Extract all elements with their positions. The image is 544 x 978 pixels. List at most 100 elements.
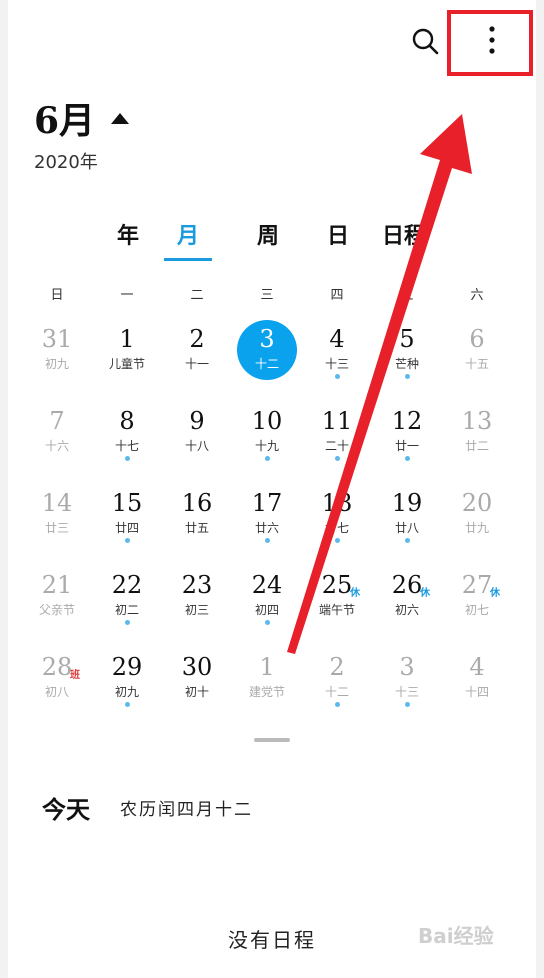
day-cell[interactable]: 1 儿童节 [92,320,162,402]
drag-handle[interactable] [254,738,290,742]
day-number: 13 [461,407,493,435]
event-dot [125,538,130,543]
day-cell[interactable]: 4 十四 [442,648,512,730]
day-cell[interactable]: 5 芒种 [372,320,442,402]
day-cell[interactable]: 20 廿九 [442,484,512,566]
day-cell[interactable]: 27 初七休 [442,566,512,648]
day-cell[interactable]: 23 初三 [162,566,232,648]
day-cell[interactable]: 7 十六 [22,402,92,484]
lunar-label: 廿九 [464,521,489,535]
day-number: 11 [321,407,353,435]
lunar-label: 儿童节 [108,357,145,371]
day-number: 4 [469,653,485,681]
event-dot [335,702,340,707]
week-row: 28 初八班 29 初九 30 初十 1 建党节 2 十二 3 十三 4 十四 [22,648,514,730]
day-cell[interactable]: 9 十八 [162,402,232,484]
day-cell[interactable]: 24 初四 [232,566,302,648]
day-number: 5 [399,325,415,353]
day-cell[interactable]: 3 十三 [372,648,442,730]
lunar-label: 初十 [184,685,209,699]
tab-day[interactable]: 日 [308,218,368,250]
day-cell[interactable]: 2 十一 [162,320,232,402]
day-cell[interactable]: 11 二十 [302,402,372,484]
event-dot [125,456,130,461]
day-cell[interactable]: 6 十五 [442,320,512,402]
day-cell[interactable]: 8 十七 [92,402,162,484]
weekday-label: 六 [470,288,484,303]
lunar-label: 初九 [114,685,139,699]
day-cell[interactable]: 15 廿四 [92,484,162,566]
day-cell[interactable]: 17 廿六 [232,484,302,566]
watermark-logo: Bai经验 [418,920,528,972]
event-dot [265,456,270,461]
day-cell-today[interactable]: 3 十二 [232,320,302,402]
day-number: 25 [321,571,353,599]
weekday-label: 四 [330,288,344,303]
week-row: 7 十六 8 十七 9 十八 10 十九 11 二十 12 廿一 13 廿二 [22,402,514,484]
day-cell[interactable]: 4 十三 [302,320,372,402]
lunar-label: 十一 [184,357,209,371]
lunar-label: 初七 [464,603,489,617]
lunar-label: 十七 [114,439,139,453]
lunar-label: 端午节 [318,603,355,617]
lunar-label: 十三 [324,357,349,371]
lunar-label: 十六 [44,439,69,453]
search-button[interactable] [408,24,444,60]
lunar-label: 廿一 [394,439,419,453]
tab-year[interactable]: 年 [98,218,158,250]
lunar-label: 初八 [44,685,69,699]
event-dot [125,702,130,707]
day-cell[interactable]: 12 廿一 [372,402,442,484]
day-cell[interactable]: 31 初九 [22,320,92,402]
day-cell[interactable]: 18 廿七 [302,484,372,566]
day-cell[interactable]: 21 父亲节 [22,566,92,648]
day-number: 27 [461,571,493,599]
lunar-label: 十四 [464,685,489,699]
lunar-label: 初二 [114,603,139,617]
day-number: 22 [111,571,143,599]
holiday-badge: 休 [420,588,430,599]
day-number: 23 [181,571,213,599]
lunar-label: 十二 [324,685,349,699]
tab-schedule[interactable]: 日程 [374,218,434,250]
day-number: 19 [391,489,423,517]
weekday-header: 日一二三四五六 [22,284,514,304]
lunar-label: 廿六 [254,521,279,535]
highlight-box [447,10,533,76]
day-number: 18 [321,489,353,517]
day-cell[interactable]: 13 廿二 [442,402,512,484]
day-cell[interactable]: 29 初九 [92,648,162,730]
lunar-label: 十二 [254,357,279,371]
day-cell[interactable]: 2 十二 [302,648,372,730]
day-cell[interactable]: 1 建党节 [232,648,302,730]
day-cell[interactable]: 22 初二 [92,566,162,648]
lunar-label: 廿五 [184,521,209,535]
tab-month[interactable]: 月 [158,218,218,250]
day-cell[interactable]: 10 十九 [232,402,302,484]
month-selector[interactable]: 6月 [34,92,130,144]
lunar-label: 廿七 [324,521,349,535]
day-cell[interactable]: 28 初八班 [22,648,92,730]
today-label: 今天 [42,795,90,824]
lunar-label: 十三 [394,685,419,699]
lunar-label: 十八 [184,439,209,453]
tab-week[interactable]: 周 [238,218,298,250]
event-dot [405,456,410,461]
event-dot [265,538,270,543]
week-row: 14 廿三 15 廿四 16 廿五 17 廿六 18 廿七 19 廿八 20 廿九 [22,484,514,566]
weekday-label: 一 [120,288,134,303]
holiday-badge: 休 [350,588,360,599]
day-cell[interactable]: 30 初十 [162,648,232,730]
day-cell[interactable]: 26 初六休 [372,566,442,648]
week-row: 31 初九 1 儿童节 2 十一 3 十二 4 十三 5 芒种 6 十五 [22,320,514,402]
active-tab-indicator [164,258,212,261]
lunar-label: 十九 [254,439,279,453]
day-cell[interactable]: 14 廿三 [22,484,92,566]
day-number: 21 [41,571,73,599]
day-cell[interactable]: 19 廿八 [372,484,442,566]
day-number: 1 [259,653,275,681]
day-number: 16 [181,489,213,517]
event-dot [405,538,410,543]
day-cell[interactable]: 16 廿五 [162,484,232,566]
day-cell[interactable]: 25 端午节 休 [302,566,372,648]
